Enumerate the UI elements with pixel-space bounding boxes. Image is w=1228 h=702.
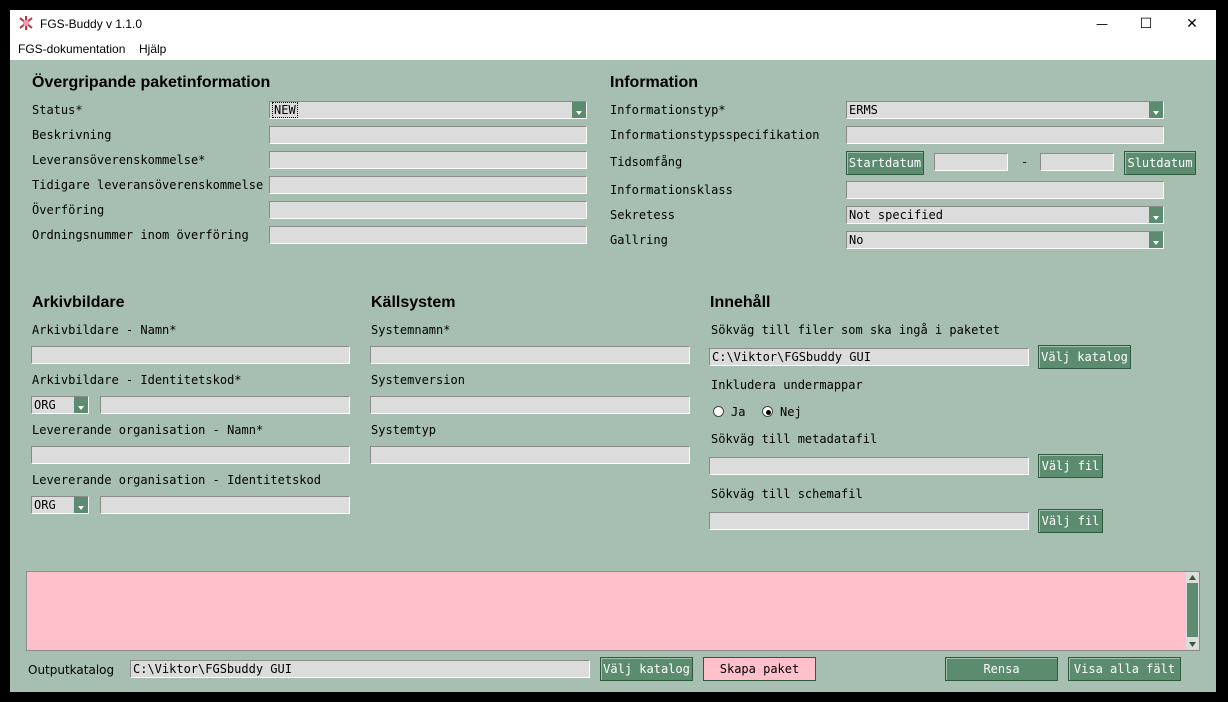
delivering-id-type-select[interactable]: ORG	[31, 496, 89, 514]
delivering-id-label: Levererande organisation - Identitetskod	[32, 473, 321, 487]
system-type-label: Systemtyp	[371, 423, 437, 437]
delivering-name-field[interactable]	[31, 446, 350, 464]
info-type-select[interactable]: ERMS	[846, 101, 1164, 119]
minimize-icon[interactable]: —	[1080, 10, 1124, 38]
description-label: Beskrivning	[32, 128, 112, 142]
show-all-fields-button[interactable]: Visa alla fält	[1068, 657, 1181, 681]
info-class-field[interactable]	[846, 181, 1164, 199]
status-select[interactable]: NEW	[269, 101, 587, 119]
secrecy-label: Sekretess	[610, 208, 676, 222]
app-icon	[18, 15, 34, 31]
order-number-field[interactable]	[269, 226, 587, 244]
delivering-name-label: Levererande organisation - Namn*	[32, 423, 264, 437]
agreement-label: Leveransöverenskommelse*	[32, 153, 206, 167]
choose-metadata-file-button[interactable]: Välj fil	[1038, 454, 1103, 478]
agreement-field[interactable]	[269, 151, 587, 169]
scroll-up-icon[interactable]	[1187, 572, 1198, 582]
previous-agreement-label: Tidigare leveransöverenskommelse	[32, 178, 264, 192]
archive-creator-heading: Arkivbildare	[32, 294, 125, 311]
radio-yes-label: Ja	[731, 405, 746, 419]
creator-name-label: Arkivbildare - Namn*	[32, 323, 177, 337]
title-bar: FGS-Buddy v 1.1.0 — ☐ ✕	[10, 10, 1216, 38]
schema-path-label: Sökväg till schemafil	[711, 487, 863, 501]
log-textarea[interactable]	[26, 571, 1200, 651]
creator-id-label: Arkivbildare - Identitetskod*	[32, 373, 242, 387]
menu-bar: FGS-dokumentation Hjälp	[10, 38, 1216, 60]
scroll-down-icon[interactable]	[1187, 639, 1198, 649]
system-type-field[interactable]	[370, 446, 690, 464]
culling-label: Gallring	[610, 233, 668, 247]
previous-agreement-field[interactable]	[269, 176, 587, 194]
choose-output-directory-button[interactable]: Välj katalog	[600, 657, 693, 681]
menu-fgs-dokumentation[interactable]: FGS-dokumentation	[18, 42, 125, 56]
choose-directory-button[interactable]: Välj katalog	[1038, 345, 1131, 369]
start-date-button[interactable]: Startdatum	[846, 151, 924, 175]
package-info-heading: Övergripande paketinformation	[32, 74, 271, 91]
files-path-field[interactable]: C:\Viktor\FGSbuddy GUI	[709, 348, 1029, 366]
info-type-spec-label: Informationstypsspecifikation	[610, 128, 820, 142]
window-title: FGS-Buddy v 1.1.0	[40, 17, 143, 31]
end-date-button[interactable]: Slutdatum	[1124, 151, 1196, 175]
info-type-label: Informationstyp*	[610, 103, 726, 117]
output-dir-label: Outputkatalog	[28, 663, 115, 677]
main-panel: Övergripande paketinformation Status* NE…	[10, 60, 1216, 692]
end-date-field[interactable]	[1040, 153, 1114, 171]
secrecy-select[interactable]: Not specified	[846, 206, 1164, 224]
chevron-down-icon	[1149, 102, 1163, 118]
information-heading: Information	[610, 74, 698, 91]
system-version-label: Systemversion	[371, 373, 465, 387]
choose-schema-file-button[interactable]: Välj fil	[1038, 509, 1103, 533]
scrollbar-thumb[interactable]	[1187, 583, 1198, 637]
metadata-path-field[interactable]	[709, 457, 1029, 475]
radio-no-label: Nej	[780, 405, 802, 419]
chevron-down-icon	[74, 497, 88, 513]
metadata-path-label: Sökväg till metadatafil	[711, 432, 878, 446]
creator-id-type-select[interactable]: ORG	[31, 396, 89, 414]
source-system-heading: Källsystem	[371, 294, 456, 311]
close-icon[interactable]: ✕	[1170, 10, 1214, 38]
creator-id-field[interactable]	[100, 396, 350, 414]
status-label: Status*	[32, 103, 83, 117]
files-path-label: Sökväg till filer som ska ingå i paketet	[711, 323, 1000, 337]
chevron-down-icon	[1149, 207, 1163, 223]
chevron-down-icon	[1149, 232, 1163, 248]
content-heading: Innehåll	[710, 294, 771, 311]
system-name-label: Systemnamn*	[371, 323, 451, 337]
output-dir-field[interactable]: C:\Viktor\FGSbuddy GUI	[130, 660, 590, 678]
description-field[interactable]	[269, 126, 587, 144]
radio-no[interactable]	[762, 406, 773, 417]
start-date-field[interactable]	[934, 153, 1008, 171]
delivering-id-field[interactable]	[100, 496, 350, 514]
transfer-label: Överföring	[32, 203, 105, 217]
order-number-label: Ordningsnummer inom överföring	[32, 228, 249, 242]
radio-yes[interactable]	[713, 406, 724, 417]
info-type-spec-field[interactable]	[846, 126, 1164, 144]
culling-select[interactable]: No	[846, 231, 1164, 249]
chevron-down-icon	[74, 397, 88, 413]
create-package-button[interactable]: Skapa paket	[703, 657, 816, 681]
chevron-down-icon	[572, 102, 586, 118]
system-version-field[interactable]	[370, 396, 690, 414]
include-subdirs-label: Inkludera undermappar	[711, 378, 863, 392]
info-class-label: Informationsklass	[610, 183, 733, 197]
time-range-label: Tidsomfång	[610, 155, 683, 169]
date-separator: -	[1021, 155, 1029, 169]
menu-hjalp[interactable]: Hjälp	[139, 42, 166, 56]
clear-button[interactable]: Rensa	[945, 657, 1058, 681]
transfer-field[interactable]	[269, 201, 587, 219]
schema-path-field[interactable]	[709, 512, 1029, 530]
system-name-field[interactable]	[370, 346, 690, 364]
maximize-icon[interactable]: ☐	[1124, 10, 1168, 38]
creator-name-field[interactable]	[31, 346, 350, 364]
